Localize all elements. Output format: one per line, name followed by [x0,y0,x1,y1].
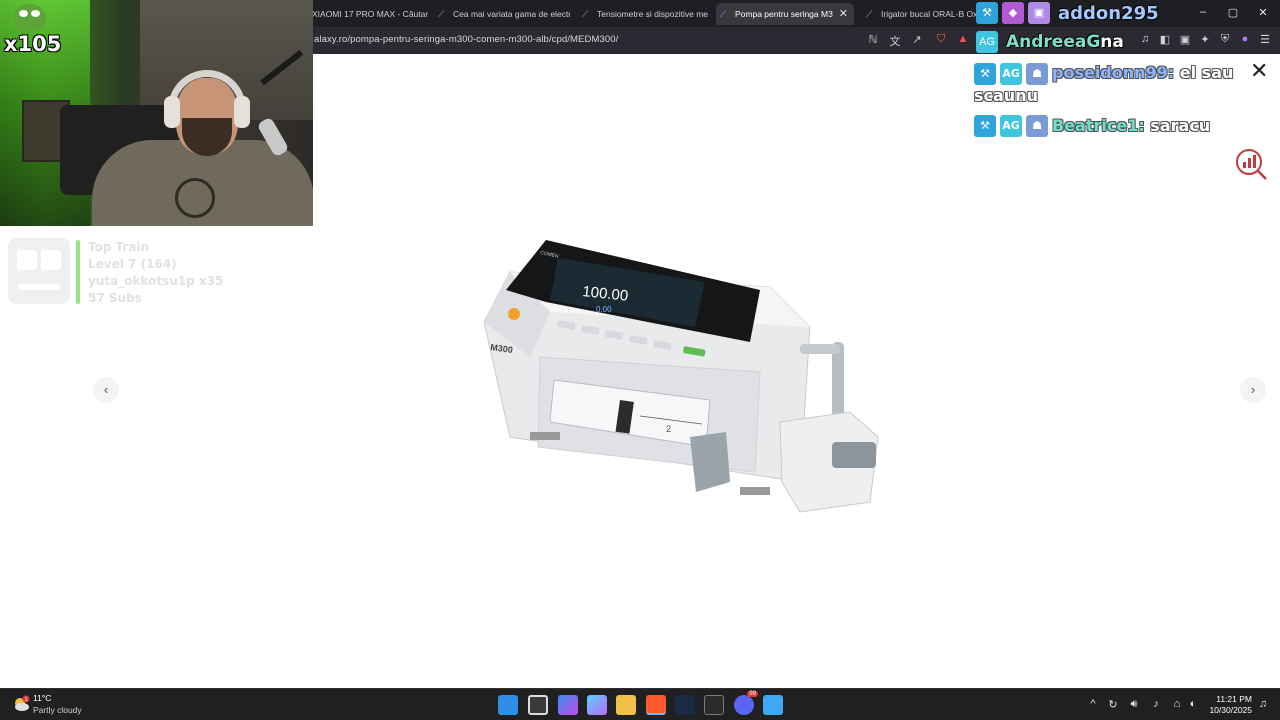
minimize-icon[interactable]: – [1196,6,1210,18]
hype-train-level: Level 7 (164) [88,257,177,271]
extensions-icon[interactable]: ✦ [1198,33,1212,46]
tab-title: Cea mai variata gama de electr [453,9,570,19]
gift-badge-icon: ▣ [1028,2,1050,24]
hype-train-contributor: yuta_okkotsu1p x35 [88,274,224,288]
site-favicon-icon: ⟋ [438,8,445,19]
notifications-icon[interactable]: ♫ [1256,698,1270,710]
copilot-app-icon[interactable] [587,695,607,715]
xbox-icon[interactable] [704,695,724,715]
tab-irigator[interactable]: ⟋ Irigator bucal ORAL-B Oxyje [862,3,976,25]
overlay-username-2: AndreeaGna [1006,32,1124,52]
weather-temperature[interactable]: 11°C [33,693,51,703]
hype-train-bar [76,240,80,304]
hype-train-widget: Top Train Level 7 (164) yuta_okkotsu1p x… [6,236,246,308]
chat-message: ⚒ AG ☗ Beatrice1: saracu [974,115,1244,137]
menu-icon[interactable]: ☰ [1258,33,1272,46]
speaker-icon[interactable]: 🔊︎ [1127,698,1141,711]
tab-title: Irigator bucal ORAL-B Oxyje [881,9,976,19]
sub-counter-badge: x105 [4,2,61,60]
facebook-icon[interactable] [763,695,783,715]
syringe-mark: 2 [666,424,671,434]
windows-taskbar: 1 11°C Partly cloudy 99 ^ ↻ 🔊︎ ♪ ⌂ ◐ 11:… [0,688,1280,720]
ghost-badge-icon: ☗ [1026,62,1048,85]
discord-icon[interactable]: 99 [734,691,758,715]
hype-train-title: Top Train [88,240,150,254]
task-view-icon[interactable] [528,695,548,715]
ag-badge-icon: AG [976,31,998,53]
ag-badge-icon: AG [1000,62,1022,85]
moderator-badge-icon: ⚒ [974,62,996,85]
hype-train-subs: 57 Subs [88,291,142,305]
screen: XIAOMI 17 PRO MAX - Căutare ⟋ Cea mai va… [0,0,1280,720]
moderator-badge-icon: ⚒ [974,115,996,137]
pump-display-sub: 0.00 [596,305,612,314]
tab-title: Tensiometre si dispozitive med [597,9,708,19]
brave-browser-icon[interactable] [646,695,666,715]
tray-chevron-icon[interactable]: ^ [1086,698,1100,710]
gallery-prev-button[interactable]: ‹ [93,377,119,403]
media-icon[interactable]: ♫ [1138,33,1152,45]
chat-username: poseidonn99: [1052,63,1175,82]
vpn-icon[interactable]: ⛨ [1218,33,1232,46]
window-close-icon[interactable]: ✕ [1256,6,1270,19]
site-favicon-icon: ⟋ [720,8,727,19]
tab-pompa-seringa[interactable]: ⟋ Pompa pentru seringa M3 ✕ [716,3,854,25]
tab-title: XIAOMI 17 PRO MAX - Căutare [312,9,428,19]
steam-icon[interactable] [675,695,695,715]
train-icon [8,238,70,304]
tab-electronics[interactable]: ⟋ Cea mai variata gama de electr [434,3,570,25]
pepe-frog-icon [14,4,46,30]
brave-shield-icon[interactable]: ⛉ [934,33,948,46]
site-favicon-icon: ⟋ [866,8,873,19]
network-icon[interactable]: ⌂ [1170,698,1184,710]
wallet-icon[interactable]: ▣ [1178,33,1192,46]
chat-second-overlay: AG AndreeaGna [976,30,1124,54]
clock-date[interactable]: 10/30/2025 [1204,705,1252,715]
ghost-badge-icon: ◆ [1002,2,1024,24]
chat-text: saracu [1144,115,1211,135]
chat-username: Beatrice1: [1052,115,1145,135]
volume-icon[interactable]: ◐ [1186,698,1200,710]
discord-badge-count: 99 [747,691,758,697]
microphone-tray-icon[interactable]: ♪ [1149,698,1163,710]
tab-close-icon[interactable]: ✕ [839,7,848,20]
copilot-icon[interactable] [558,695,578,715]
weather-cloudy-icon[interactable]: 1 [12,695,30,713]
ghost-badge-icon: ☗ [1026,115,1048,137]
start-button-icon[interactable] [498,695,518,715]
site-favicon-icon: ⟋ [582,8,589,19]
chart-logo-icon[interactable] [1234,147,1268,181]
gallery-next-button[interactable]: › [1240,377,1266,403]
translate-icon[interactable]: 文 [888,33,902,49]
streamer-webcam: x105 [0,0,313,226]
share-icon[interactable]: ↗ [910,33,924,46]
leo-ai-icon[interactable]: ● [1238,33,1252,45]
sub-count: x105 [4,32,62,56]
product-image[interactable]: 100.00 0.00 COMEN M300 2 [470,232,890,532]
tab-xiaomi[interactable]: XIAOMI 17 PRO MAX - Căutare [308,3,428,25]
ag-badge-icon: AG [1000,115,1022,137]
tab-tensiometre[interactable]: ⟋ Tensiometre si dispozitive med [578,3,708,25]
rewards-icon[interactable]: ▲ [956,33,970,45]
chat-overlay: ⚒ AG ☗ poseidonn99: el sau scaunu ⚒ AG ☗ Beatr… [974,62,1244,145]
chat-message: ⚒ AG ☗ poseidonn99: el sau scaunu [974,62,1244,107]
clock-time[interactable]: 11:21 PM [1208,694,1252,704]
reader-mode-icon[interactable]: ℕ [866,33,880,46]
sync-icon[interactable]: ↻ [1106,698,1120,711]
chat-top-overlay: ⚒ ◆ ▣ addon295 [976,0,1159,26]
weather-condition[interactable]: Partly cloudy [33,705,82,715]
maximize-icon[interactable]: ▢ [1226,6,1240,19]
url-field[interactable]: alaxy.ro/pompa-pentru-seringa-m300-comen… [314,34,618,45]
close-gallery-icon[interactable]: ✕ [1250,60,1268,82]
weather-alert-count: 1 [25,697,28,703]
tab-title: Pompa pentru seringa M3 [735,9,833,19]
moderator-badge-icon: ⚒ [976,2,998,24]
overlay-username: addon295 [1058,2,1159,24]
sidebar-icon[interactable]: ◧ [1158,33,1172,46]
file-explorer-icon[interactable] [616,695,636,715]
